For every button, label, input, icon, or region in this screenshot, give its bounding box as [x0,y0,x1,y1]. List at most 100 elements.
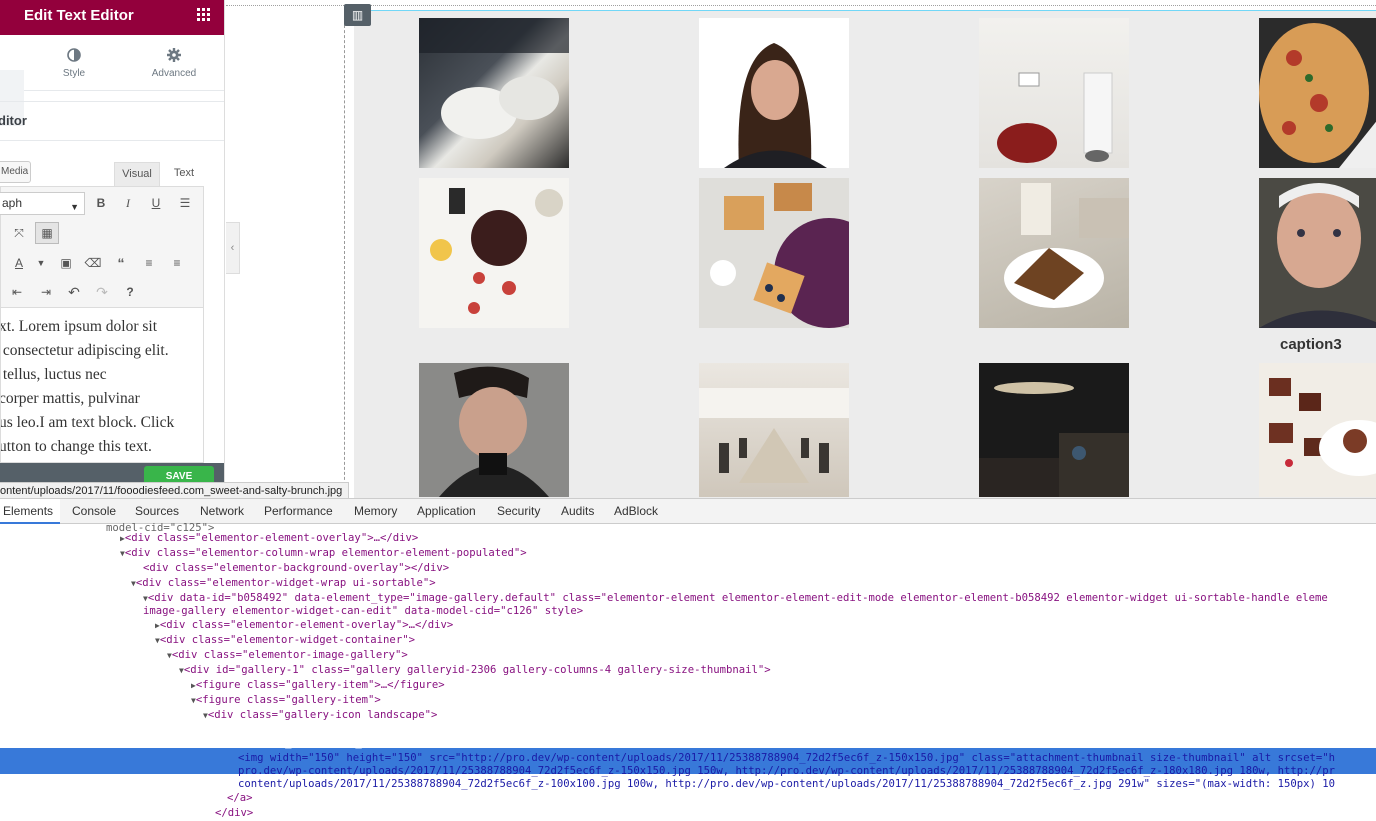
dom-line-text: <div class="elementor-element-overlay">…… [159,619,454,631]
blockquote-icon[interactable]: “ [111,253,131,273]
tab-application[interactable]: Application [417,504,476,518]
underline-icon[interactable]: U [146,193,166,213]
format-select-value: aph [2,196,23,210]
gallery-image-toast-breakfast[interactable] [699,178,849,328]
dom-line[interactable]: ▼<div class="gallery-icon landscape"> [203,708,437,723]
tab-audits[interactable]: Audits [561,504,594,518]
restaurant-image [979,382,1129,497]
gallery-image-cake-latte[interactable] [979,178,1129,328]
chevron-down-icon: ▼ [70,202,79,212]
widgets-grid-icon[interactable] [197,8,211,22]
section-top-outline [226,5,1376,6]
app-window: Edit Text Editor Style Advanced ditor Me… [0,0,1376,821]
help-icon[interactable]: ? [120,282,140,302]
text-color-icon[interactable]: A [9,253,29,273]
editor-tab-text[interactable]: Text [164,162,204,186]
bold-icon[interactable]: B [91,193,111,213]
add-media-button[interactable]: Media [0,161,31,183]
dom-line[interactable]: <div class="elementor-background-overlay… [143,561,449,576]
dom-line[interactable]: </div> [215,806,253,821]
section-title: ditor [0,113,27,128]
devtools-panel: Elements Console Sources Network Perform… [0,498,1376,821]
gallery-image-restaurant-interior[interactable] [979,363,1129,497]
dom-line-text: <div data-id="b058492" data-element_type… [147,592,1328,604]
gallery-image-woman-portrait[interactable] [699,18,849,168]
pizza-image [1259,23,1376,168]
gallery-image-old-man-portrait[interactable] [1259,178,1376,328]
dom-line[interactable]: </a> [227,791,253,806]
tab-security[interactable]: Security [497,504,540,518]
dom-line-text: <figure class="gallery-item"> [195,694,381,706]
coffee-cups-image [419,18,569,139]
dom-line[interactable]: ▼<div class="elementor-image-gallery"> [167,648,408,663]
tab-elements[interactable]: Elements [3,504,53,518]
clear-format-icon[interactable]: ⌫ [83,253,103,273]
dom-line[interactable]: ▶<div class="elementor-element-overlay">… [155,618,453,633]
section-toggle[interactable]: ditor [0,101,224,141]
editor-text: xt. Lorem ipsum dolor sit consectetur ad… [0,318,175,455]
dom-line-text: <figure class="gallery-item">…</figure> [195,679,445,691]
panel-collapse-button[interactable]: ‹ [226,222,240,274]
dom-line[interactable]: ▶<figure class="gallery-item">…</figure> [191,678,445,693]
text-editor-area[interactable]: xt. Lorem ipsum dolor sit consectetur ad… [0,308,204,463]
chevron-down-icon[interactable]: ▼ [31,253,51,273]
panel-tabs: Style Advanced [0,35,224,126]
dom-line[interactable]: ▼<div class="elementor-widget-container"… [155,633,415,648]
toolbar-toggle-icon[interactable]: ▦ [35,222,59,244]
dom-line[interactable]: image-gallery elementor-widget-can-edit"… [143,604,583,619]
conference-room-image [699,388,849,483]
gallery-image-coffee-cups[interactable] [419,18,569,168]
gallery-image-conference-room[interactable] [699,363,849,497]
woman-portrait-image [724,43,827,168]
dom-line-selected[interactable]: 25388788904_72d2f5ec6f_z.jpg"> == $0 [215,736,445,751]
bullet-list-icon[interactable]: ☰ [175,193,195,213]
format-select[interactable]: aph ▼ [0,192,85,215]
brownies-image [1269,378,1376,476]
italic-icon[interactable]: I [118,193,138,213]
tab-network[interactable]: Network [200,504,244,518]
tab-sources[interactable]: Sources [135,504,179,518]
dom-line[interactable]: content/uploads/2017/11/25388788904_72d2… [238,777,1335,792]
editor-toolbar: aph ▼ B I U ☰ ⤧ ▦ A ▼ ▣ ⌫ “ ≡ ≡ ⇤ ⇥ ↶ ↷ ? [0,186,204,308]
dom-line-text: <div id="gallery-1" class="gallery galle… [183,664,771,676]
undo-icon[interactable]: ↶ [64,282,84,302]
redo-icon[interactable]: ↷ [92,282,112,302]
gear-icon [167,48,181,62]
dom-line-text: <div class="elementor-widget-container"> [159,634,415,646]
gallery-image-cupcake-glass[interactable] [979,18,1129,168]
toast-image [710,183,849,328]
dom-line[interactable]: ▼<div class="elementor-column-wrap eleme… [120,546,527,561]
dom-line[interactable]: ▶<div class="elementor-element-overlay">… [120,531,418,546]
align-center-icon[interactable]: ≡ [167,253,187,273]
tab-advanced[interactable]: Advanced [134,35,214,91]
fullscreen-icon[interactable]: ⤧ [9,223,29,243]
gallery-image-charcuterie-board[interactable] [419,178,569,328]
tab-adblock[interactable]: AdBlock [614,504,658,518]
dom-line-text: <div class="elementor-element-overlay">…… [124,532,419,544]
tab-console[interactable]: Console [72,504,116,518]
dom-line-text: <div class="elementor-image-gallery"> [171,649,408,661]
align-left-icon[interactable]: ≡ [139,253,159,273]
indent-icon[interactable]: ⇥ [36,282,56,302]
editor-tab-visual[interactable]: Visual [114,162,160,186]
outdent-icon[interactable]: ⇤ [7,282,27,302]
tab-style[interactable]: Style [34,35,114,91]
tab-style-label: Style [62,68,86,79]
gallery-image-brownies-cake[interactable] [1259,363,1376,497]
column-handle-icon[interactable]: ▥ [344,4,371,26]
elementor-panel: Edit Text Editor Style Advanced ditor Me… [0,0,225,482]
save-button[interactable]: SAVE [144,466,214,482]
dom-line[interactable]: ▼<figure class="gallery-item"> [191,693,381,708]
dom-line-text: <div class="elementor-column-wrap elemen… [124,547,527,559]
panel-title: Edit Text Editor [24,7,134,24]
man-portrait-image [439,366,549,497]
old-man-portrait-image [1259,183,1376,328]
dom-line[interactable]: ▼<div class="elementor-widget-wrap ui-so… [131,576,436,591]
gallery-image-pizza[interactable] [1259,18,1376,168]
paste-text-icon[interactable]: ▣ [56,253,76,273]
gallery-image-man-portrait[interactable] [419,363,569,497]
dom-line[interactable]: ▼<div id="gallery-1" class="gallery gall… [179,663,771,678]
tab-performance[interactable]: Performance [264,504,333,518]
dom-line-text: <div class="elementor-widget-wrap ui-sor… [135,577,436,589]
tab-memory[interactable]: Memory [354,504,397,518]
